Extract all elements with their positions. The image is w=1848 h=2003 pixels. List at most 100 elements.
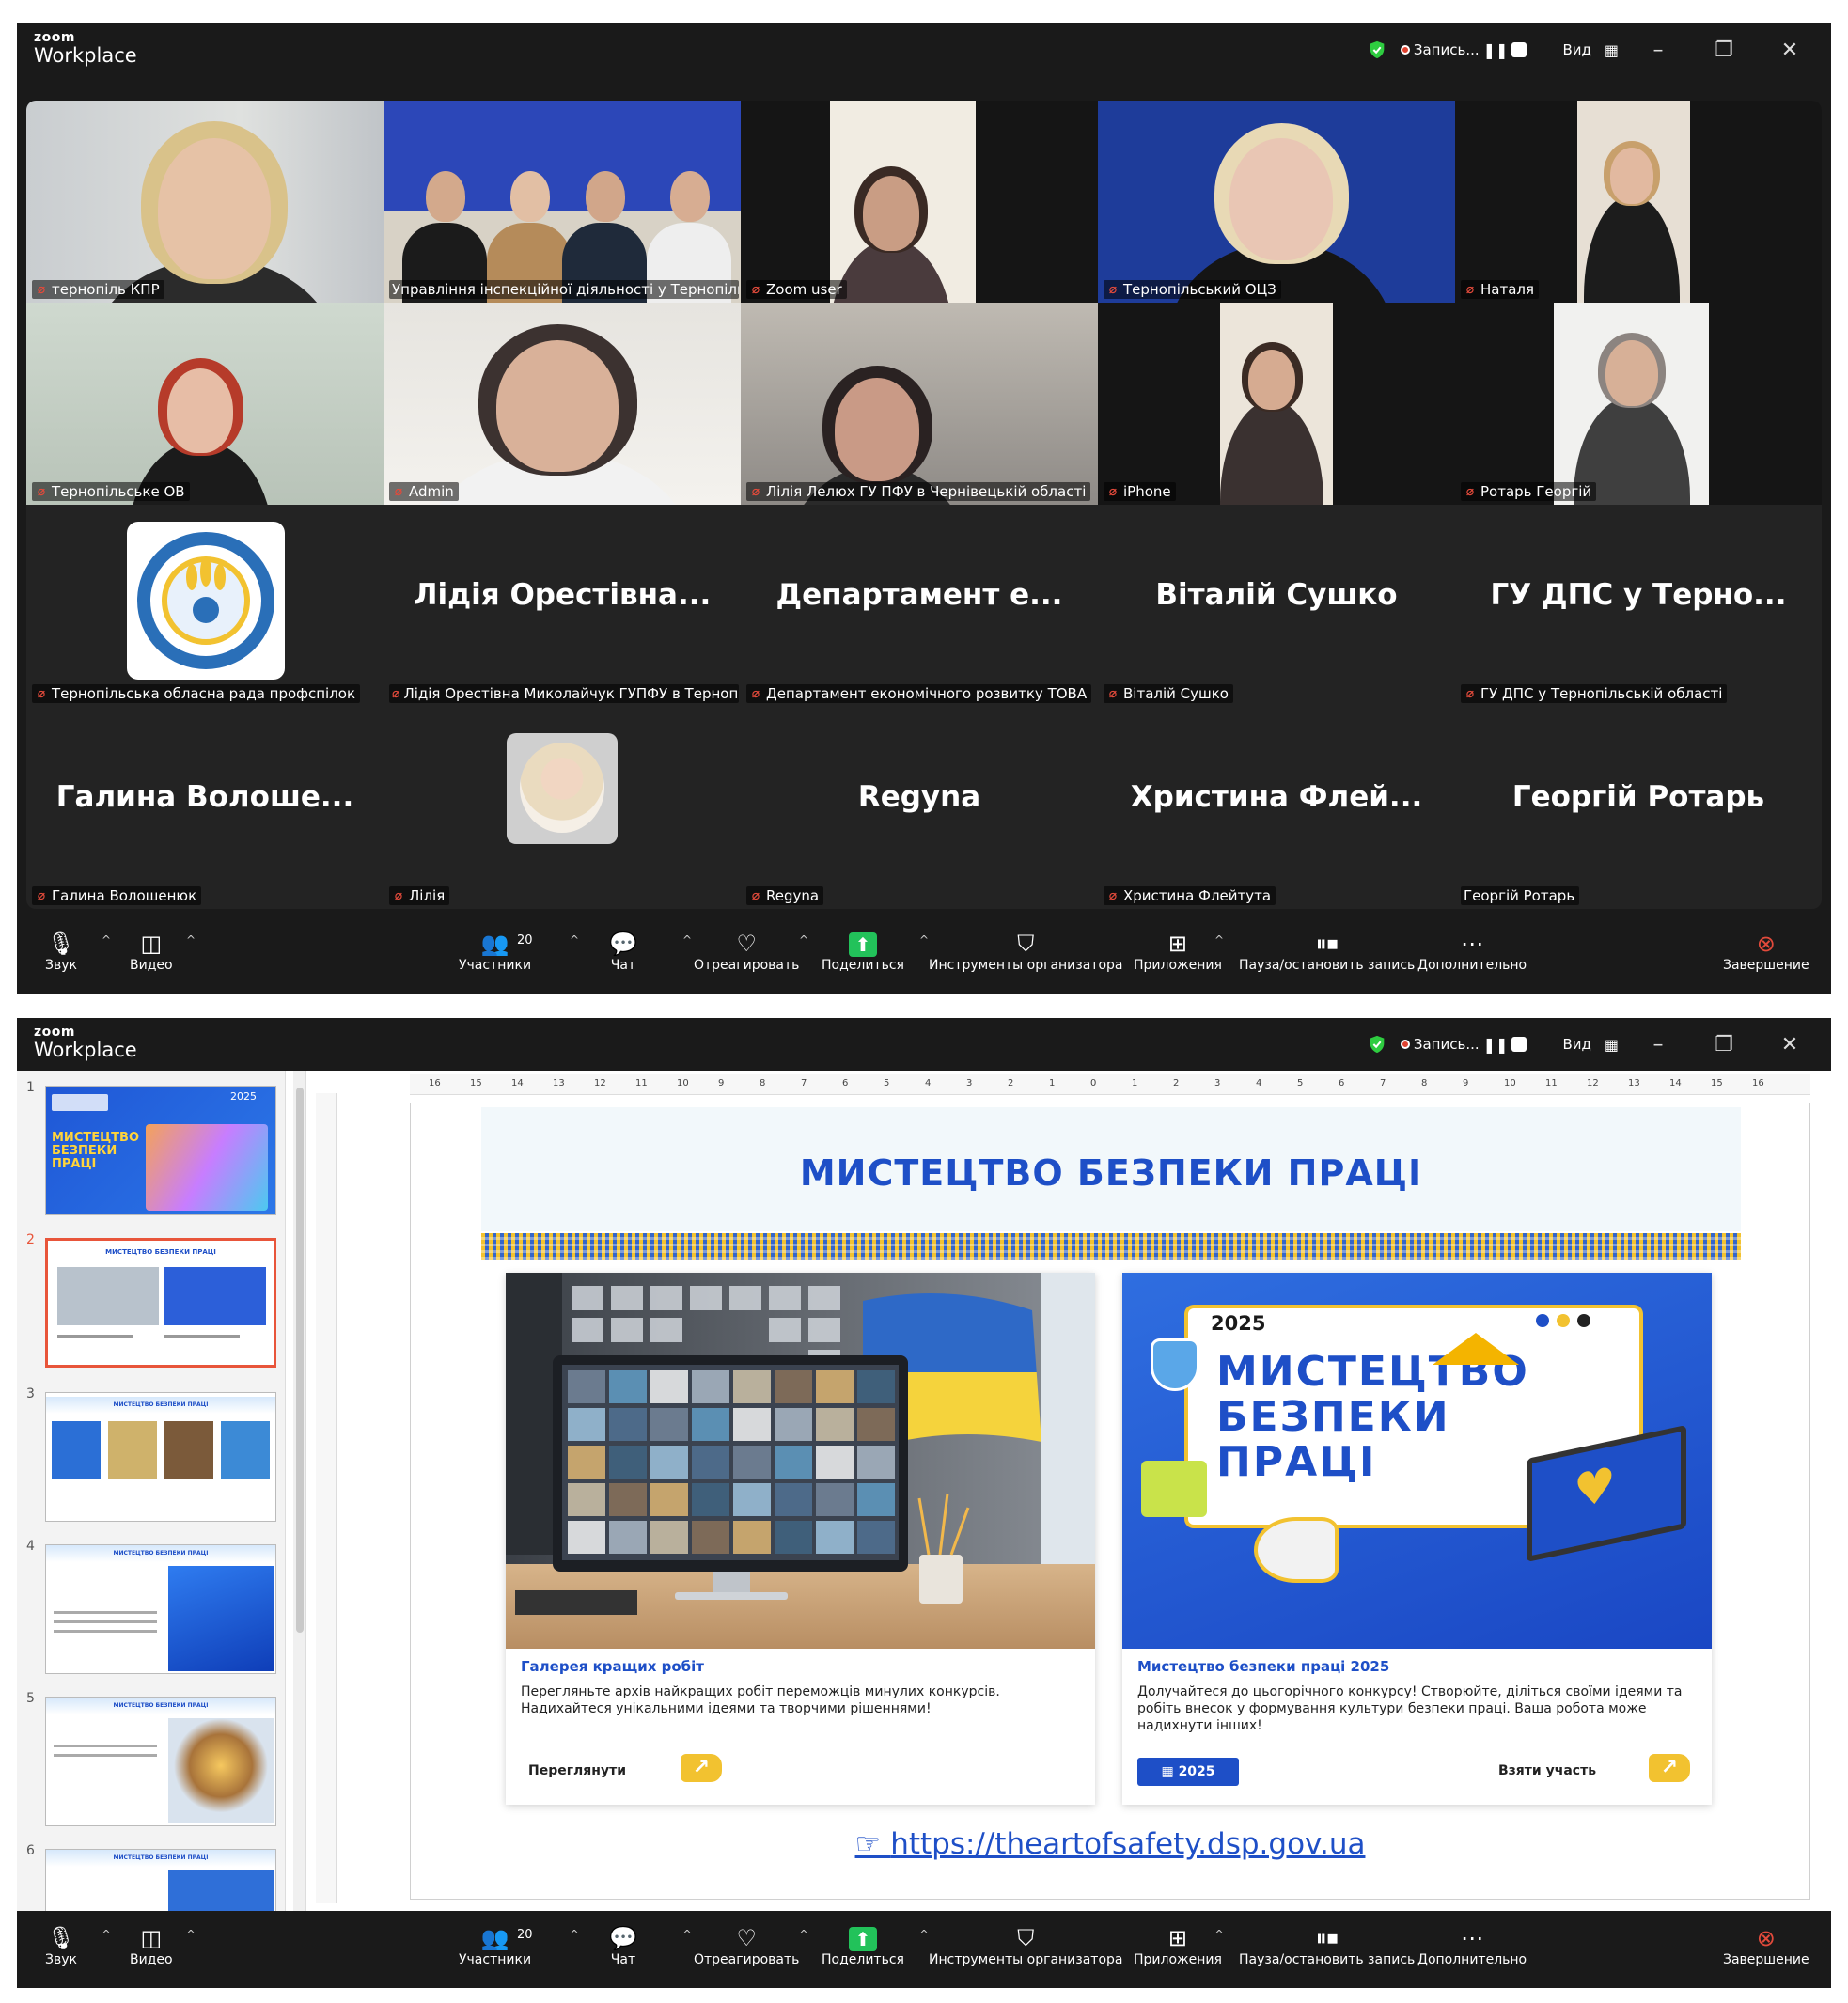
participant-tile[interactable]: Галина Волоше... ⌀ Галина Волошенюк: [26, 707, 384, 909]
share-button[interactable]: ⬆ Поделиться: [822, 930, 904, 973]
pause-icon[interactable]: ❚❚: [1483, 41, 1509, 59]
chevron-up-icon[interactable]: ^: [102, 933, 111, 947]
participant-tile[interactable]: ⌀ Лілія: [384, 707, 741, 909]
participant-tile[interactable]: ⌀ Zoom user: [741, 101, 1098, 303]
participate-link[interactable]: Взяти участь: [1498, 1763, 1596, 1778]
participant-tile[interactable]: ⌀ Admin: [384, 303, 741, 505]
shield-icon: ⛉: [1017, 1925, 1035, 1951]
chat-button[interactable]: 💬 Чат: [609, 930, 637, 973]
year-button[interactable]: ▦ 2025: [1137, 1758, 1239, 1786]
participant-tile[interactable]: ⌀ тернопіль КПР: [26, 101, 384, 303]
stop-icon[interactable]: [1511, 42, 1527, 57]
participant-tile[interactable]: ⌀ Тернопільський ОЦЗ: [1098, 101, 1455, 303]
minimize-icon[interactable]: –: [1632, 39, 1684, 62]
slide-thumbnail-5[interactable]: 5 МИСТЕЦТВО БЕЗПЕКИ ПРАЦІ: [24, 1689, 278, 1826]
screen-thumbnail: [650, 1521, 688, 1554]
close-icon[interactable]: ✕: [1763, 1033, 1816, 1056]
chevron-up-icon[interactable]: ^: [919, 933, 929, 947]
screen-thumbnail: [816, 1483, 854, 1516]
chevron-up-icon[interactable]: ^: [186, 933, 196, 947]
view-link[interactable]: Переглянути: [528, 1763, 626, 1778]
chat-button[interactable]: 💬 Чат: [609, 1924, 637, 1967]
participant-tile[interactable]: ⌀ Наталя: [1455, 101, 1822, 303]
minimize-icon[interactable]: –: [1632, 1033, 1684, 1056]
participant-tile[interactable]: Георгій Ротарь Георгій Ротарь: [1455, 707, 1822, 909]
close-icon[interactable]: ✕: [1763, 39, 1816, 62]
stop-icon[interactable]: [1511, 1037, 1527, 1052]
recording-dot-icon: [1400, 45, 1410, 55]
participant-tile[interactable]: Regyna ⌀ Regyna: [741, 707, 1098, 909]
encryption-shield-icon[interactable]: [1367, 1034, 1387, 1055]
chevron-up-icon[interactable]: ^: [570, 933, 579, 947]
chevron-up-icon[interactable]: ^: [799, 933, 808, 947]
screen-thumbnail: [609, 1521, 647, 1554]
mic-muted-icon: ⌀: [37, 686, 46, 701]
react-button[interactable]: ♡ Отреагировать: [694, 1924, 799, 1967]
participant-tile[interactable]: Лідія Орестівна... ⌀ Лідія Орестівна Микол…: [384, 505, 741, 707]
grid-icon[interactable]: ▦: [1605, 41, 1619, 59]
slide-thumbnail-6[interactable]: 6 МИСТЕЦТВО БЕЗПЕКИ ПРАЦІ: [24, 1841, 278, 1911]
thumb-year: 2025: [230, 1090, 257, 1103]
participant-tile[interactable]: Віталій Сушко ⌀ Віталій Сушко: [1098, 505, 1455, 707]
chevron-up-icon[interactable]: ^: [1214, 1928, 1224, 1941]
pause-stop-recording-button[interactable]: ⏸⏹ Пауза/остановить запись: [1239, 930, 1415, 973]
restore-icon[interactable]: ❐: [1698, 1033, 1750, 1056]
participant-tile[interactable]: Христина Флей... ⌀ Христина Флейтута: [1098, 707, 1455, 909]
end-meeting-button[interactable]: ⊗ Завершение: [1723, 930, 1809, 973]
participant-tile[interactable]: ⌀ iPhone: [1098, 303, 1455, 505]
pause-stop-recording-button[interactable]: ⏸⏹ Пауза/остановить запись: [1239, 1924, 1415, 1967]
more-button[interactable]: ⋯ Дополнительно: [1417, 1924, 1527, 1967]
host-tools-button[interactable]: ⛉ Инструменты организатора: [929, 930, 1123, 973]
video-button[interactable]: ◫ Видео: [130, 1924, 173, 1967]
website-link[interactable]: ☞ https://theartofsafety.dsp.gov.ua: [411, 1827, 1809, 1861]
participant-tile[interactable]: ГУ ДПС у Терно... ⌀ ГУ ДПС у Тернопільські…: [1455, 505, 1822, 707]
thumbnail-scrollbar[interactable]: [293, 1071, 306, 1911]
arrow-icon[interactable]: ↗: [681, 1754, 722, 1782]
share-button[interactable]: ⬆ Поделиться: [822, 1924, 904, 1967]
chevron-up-icon[interactable]: ^: [682, 1928, 692, 1941]
slide-thumbnail-3[interactable]: 3 МИСТЕЦТВО БЕЗПЕКИ ПРАЦІ: [24, 1385, 278, 1522]
view-button[interactable]: Вид: [1562, 41, 1590, 58]
audio-button[interactable]: 🎙 Звук: [45, 930, 77, 973]
audio-button-label: Звук: [45, 958, 77, 973]
grid-icon[interactable]: ▦: [1605, 1036, 1619, 1054]
chevron-up-icon[interactable]: ^: [919, 1928, 929, 1941]
end-meeting-button[interactable]: ⊗ Завершение: [1723, 1924, 1809, 1967]
arrow-icon[interactable]: ↗: [1649, 1754, 1690, 1782]
participant-tile[interactable]: Департамент е... ⌀ Департамент економічног…: [741, 505, 1098, 707]
recording-indicator[interactable]: Запись... ❚❚: [1400, 41, 1527, 59]
slide-thumbnail-2[interactable]: 2 МИСТЕЦТВО БЕЗПЕКИ ПРАЦІ: [24, 1230, 278, 1368]
participant-tile[interactable]: ⌀ Ротарь Георгій: [1455, 303, 1822, 505]
apps-button[interactable]: ⊞ Приложения: [1134, 1924, 1222, 1967]
slide-thumbnail-1[interactable]: 1 МИСТЕЦТВО БЕЗПЕКИ ПРАЦІ 2025: [24, 1078, 278, 1215]
chevron-up-icon[interactable]: ^: [102, 1928, 111, 1941]
participant-tile[interactable]: ⌀ Тернопільське ОВ: [26, 303, 384, 505]
participants-button[interactable]: 👥 Участники 20: [459, 930, 533, 973]
apps-button[interactable]: ⊞ Приложения: [1134, 930, 1222, 973]
chevron-up-icon[interactable]: ^: [682, 933, 692, 947]
chevron-up-icon[interactable]: ^: [799, 1928, 808, 1941]
mic-muted-icon: ⌀: [37, 484, 46, 499]
screen-thumbnail: [775, 1483, 812, 1516]
chevron-up-icon[interactable]: ^: [1214, 933, 1224, 947]
slide-thumbnail-4[interactable]: 4 МИСТЕЦТВО БЕЗПЕКИ ПРАЦІ: [24, 1537, 278, 1674]
participant-tile[interactable]: ⌀ Тернопільська обласна рада профспілок: [26, 505, 384, 707]
chevron-up-icon[interactable]: ^: [570, 1928, 579, 1941]
encryption-shield-icon[interactable]: [1367, 39, 1387, 60]
chevron-up-icon[interactable]: ^: [186, 1928, 196, 1941]
participants-button[interactable]: 👥 Участники 20: [459, 1924, 533, 1967]
more-button[interactable]: ⋯ Дополнительно: [1417, 930, 1527, 973]
participant-tile[interactable]: ⌀ Лілія Лелюх ГУ ПФУ в Чернівецькій облас…: [741, 303, 1098, 505]
recording-indicator[interactable]: Запись... ❚❚: [1400, 1036, 1527, 1054]
restore-icon[interactable]: ❐: [1698, 39, 1750, 62]
react-button[interactable]: ♡ Отреагировать: [694, 930, 799, 973]
hard-hat-icon: [1433, 1333, 1519, 1365]
participant-tile[interactable]: Управління інспекційної діяльності у Тер…: [384, 101, 741, 303]
view-button[interactable]: Вид: [1562, 1036, 1590, 1053]
audio-button[interactable]: 🎙 Звук: [45, 1924, 77, 1967]
host-tools-button[interactable]: ⛉ Инструменты организатора: [929, 1924, 1123, 1967]
video-button[interactable]: ◫ Видео: [130, 930, 173, 973]
zoom-logo: zoom Workplace: [34, 31, 137, 66]
pause-icon[interactable]: ❚❚: [1483, 1036, 1509, 1054]
ruler-label: 13: [1628, 1078, 1640, 1088]
